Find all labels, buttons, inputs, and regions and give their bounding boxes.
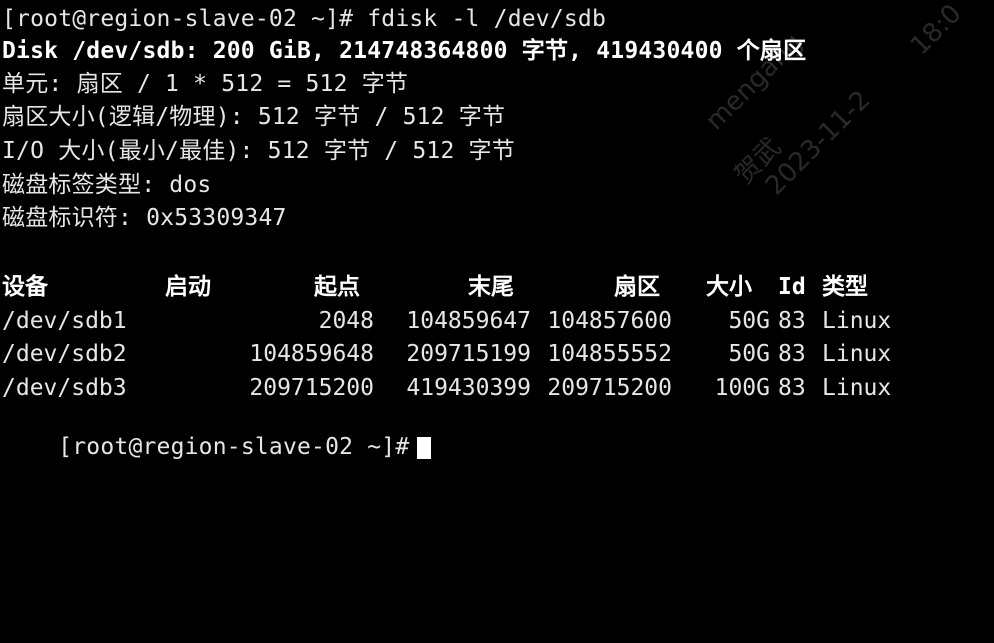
start-cell: 209715200 [249, 375, 374, 401]
disk-identifier-line: 磁盘标识符: 0x53309347 [2, 205, 287, 231]
id-cell: 83 [778, 375, 806, 401]
text-cursor [417, 436, 432, 459]
size-cell: 100G [714, 375, 770, 401]
end-cell: 104859647 [406, 308, 531, 334]
id-cell: 83 [778, 341, 806, 367]
end-cell: 209715199 [406, 341, 531, 367]
watermark-name: 贺武 [729, 132, 788, 191]
watermark-date: 2023-11-2 [760, 84, 877, 202]
sectors-cell: 209715200 [547, 375, 672, 401]
io-size-line: I/O 大小(最小/最佳): 512 字节 / 512 字节 [2, 138, 515, 164]
header-device: 设备 [2, 274, 48, 300]
type-cell: Linux [822, 375, 892, 401]
table-row: /dev/sdb3 209715200 419430399 209715200 … [0, 373, 994, 403]
sector-size-line: 扇区大小(逻辑/物理): 512 字节 / 512 字节 [2, 104, 506, 130]
size-cell: 50G [728, 308, 770, 334]
start-cell: 104859648 [249, 341, 374, 367]
start-cell: 2048 [318, 308, 374, 334]
header-sectors: 扇区 [614, 274, 660, 300]
device-cell: /dev/sdb2 [2, 341, 127, 367]
command-line: [root@region-slave-02 ~]# fdisk -l /dev/… [2, 6, 607, 32]
prompt-text: [root@region-slave-02 ~]# [58, 434, 410, 460]
size-cell: 50G [728, 341, 770, 367]
units-line: 单元: 扇区 / 1 * 512 = 512 字节 [2, 71, 409, 97]
table-row: /dev/sdb1 2048 104859647 104857600 50G 8… [0, 306, 994, 336]
device-cell: /dev/sdb3 [2, 375, 127, 401]
disklabel-type-line: 磁盘标签类型: dos [2, 172, 212, 198]
type-cell: Linux [822, 308, 892, 334]
table-row: /dev/sdb2 104859648 209715199 104855552 … [0, 339, 994, 369]
prompt-line[interactable]: [root@region-slave-02 ~]# [2, 402, 432, 460]
type-cell: Linux [822, 341, 892, 367]
sectors-cell: 104857600 [547, 308, 672, 334]
id-cell: 83 [778, 308, 806, 334]
device-cell: /dev/sdb1 [2, 308, 127, 334]
sectors-cell: 104855552 [547, 341, 672, 367]
watermark-time: 18:0 [905, 0, 968, 62]
terminal-window[interactable]: [root@region-slave-02 ~]# fdisk -l /dev/… [0, 0, 994, 460]
header-type: 类型 [822, 274, 868, 300]
end-cell: 419430399 [406, 375, 531, 401]
disk-summary-line: Disk /dev/sdb: 200 GiB, 214748364800 字节,… [2, 38, 807, 64]
partition-table-header: 设备 启动 起点 末尾 扇区 大小 Id 类型 [0, 272, 994, 302]
header-size: 大小 [706, 274, 752, 300]
header-id: Id [778, 274, 806, 300]
header-boot: 启动 [165, 274, 211, 300]
header-start: 起点 [314, 274, 360, 300]
header-end: 末尾 [468, 274, 514, 300]
